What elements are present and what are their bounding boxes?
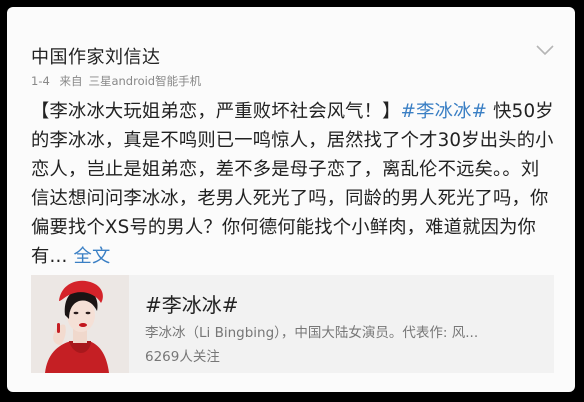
- chevron-down-icon[interactable]: [535, 43, 555, 57]
- topic-description: 李冰冰（Li Bingbing），中国大陆女演员。代表作: 风...: [145, 325, 479, 341]
- post-text: 【李冰冰大玩姐弟恋，严重败坏社会风气！】#李冰冰# 快50岁的李冰冰，真是不鸣则…: [31, 97, 555, 271]
- topic-link-card[interactable]: #李冰冰# 李冰冰（Li Bingbing），中国大陆女演员。代表作: 风...…: [31, 275, 554, 373]
- portrait-thumbnail: [31, 275, 129, 373]
- post-body: 快50岁的李冰冰，真是不鸣则已一鸣惊人，居然找了个才30岁出头的小恋人，岂止是姐…: [31, 101, 554, 267]
- headline-open-bracket: 【: [31, 101, 50, 122]
- post-source: 三星android智能手机: [88, 74, 202, 88]
- headline-close-bracket: 】: [382, 101, 401, 122]
- topic-title: #李冰冰#: [145, 293, 239, 317]
- full-text-link[interactable]: 全文: [68, 246, 111, 267]
- topic-followers: 6269人关注: [145, 349, 220, 365]
- post-headline: 李冰冰大玩姐弟恋，严重败坏社会风气！: [49, 101, 383, 122]
- portrait-image: [31, 275, 129, 373]
- author-name[interactable]: 中国作家刘信达: [31, 43, 161, 69]
- weibo-post-card: 中国作家刘信达 1-4 来自 三星android智能手机 【李冰冰大玩姐弟恋，严重…: [7, 7, 575, 392]
- post-time: 1-4: [31, 74, 50, 88]
- hashtag-link[interactable]: #李冰冰#: [401, 101, 487, 122]
- source-prefix: 来自: [59, 74, 83, 88]
- post-meta: 1-4 来自 三星android智能手机: [31, 73, 207, 89]
- screenshot-frame: 中国作家刘信达 1-4 来自 三星android智能手机 【李冰冰大玩姐弟恋，严重…: [0, 0, 584, 402]
